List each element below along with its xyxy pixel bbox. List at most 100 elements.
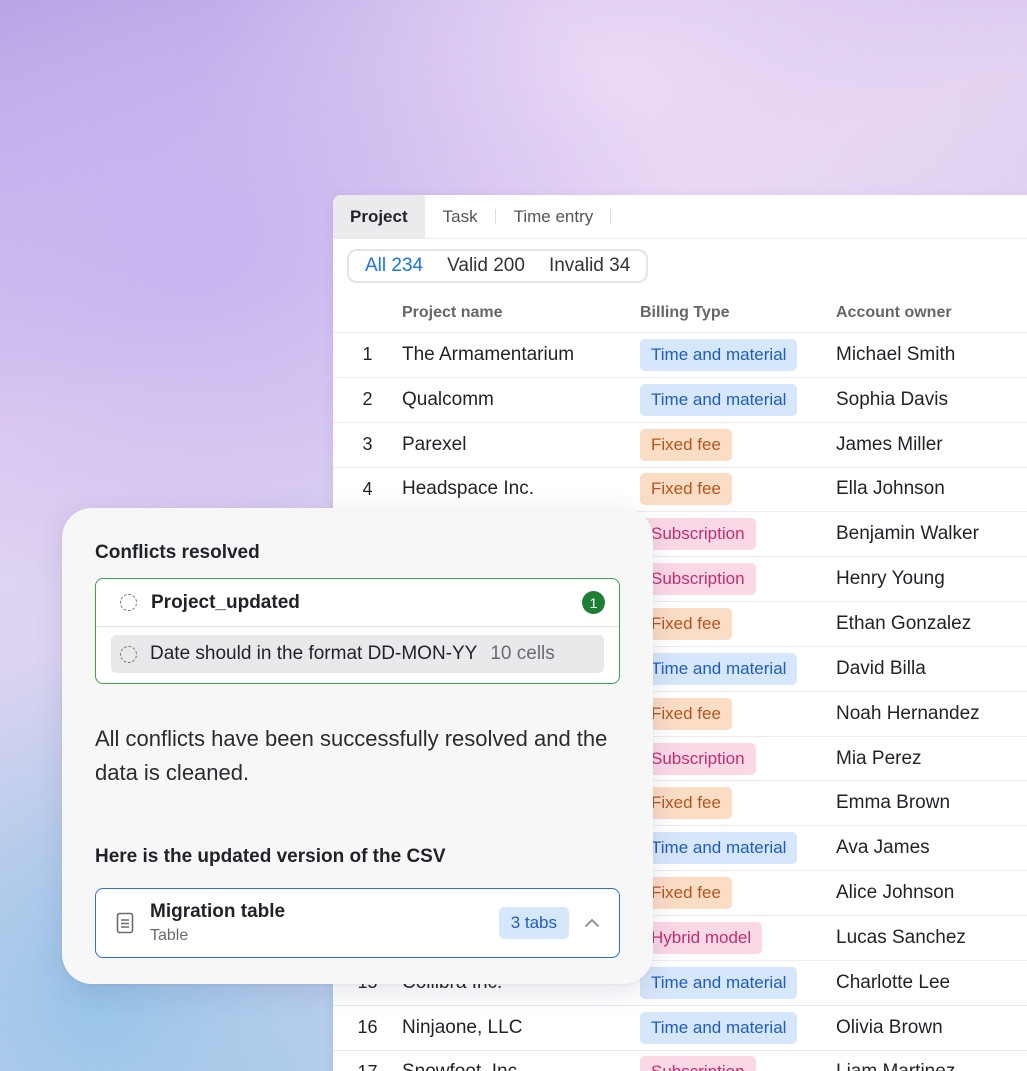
conflict-cell-count: 10 cells: [490, 643, 555, 664]
billing-type-cell: Fixed fee: [640, 473, 836, 506]
billing-type-cell: Fixed fee: [640, 697, 836, 730]
filter-all[interactable]: All 234: [365, 255, 423, 277]
row-number: 2: [362, 389, 373, 410]
header-project-name[interactable]: Project name: [402, 304, 640, 322]
account-owner-cell: Ava James: [836, 837, 930, 859]
billing-type-badge: Fixed fee: [640, 787, 732, 820]
billing-type-badge: Time and material: [640, 1011, 798, 1044]
dashed-circle-icon: [120, 645, 137, 663]
billing-type-cell: Time and material: [640, 966, 836, 999]
table-row[interactable]: 1 The Armamentarium Time and material Micha…: [333, 333, 1027, 378]
billing-type-badge: Subscription: [640, 1056, 756, 1071]
migration-title: Migration table: [150, 901, 286, 922]
billing-type-cell: Fixed fee: [640, 607, 836, 640]
account-owner-cell: Sophia Davis: [836, 388, 948, 410]
billing-type-cell: Subscription: [640, 742, 836, 775]
header-account-owner[interactable]: Account owner: [836, 304, 1027, 322]
table-header: Project name Billing Type Account owner: [333, 293, 1027, 333]
conflict-group-name: Project_updated: [151, 591, 300, 613]
account-owner-cell: Alice Johnson: [836, 882, 955, 904]
billing-type-badge: Time and material: [640, 966, 798, 999]
conflict-group-header[interactable]: Project_updated 1: [96, 579, 619, 627]
resolution-message: All conflicts have been successfully res…: [95, 726, 608, 785]
billing-type-cell: Time and material: [640, 832, 836, 865]
account-owner-cell: James Miller: [836, 433, 943, 455]
billing-type-badge: Time and material: [640, 338, 798, 371]
billing-type-badge: Time and material: [640, 383, 798, 416]
filter-valid[interactable]: Valid 200: [447, 255, 525, 277]
conflicts-card: Conflicts resolved Project_updated 1 Dat…: [62, 508, 653, 984]
tab-project[interactable]: Project: [333, 195, 425, 238]
chevron-up-icon[interactable]: [583, 914, 601, 932]
billing-type-cell: Subscription: [640, 563, 836, 596]
tabs-count-badge: 3 tabs: [498, 907, 569, 939]
billing-type-cell: Time and material: [640, 652, 836, 685]
row-number: 3: [362, 434, 373, 455]
row-number: 17: [333, 1062, 402, 1071]
document-icon: [116, 912, 134, 934]
billing-type-badge: Subscription: [640, 518, 756, 551]
billing-type-cell: Subscription: [640, 1056, 836, 1071]
account-owner-cell: Olivia Brown: [836, 1016, 943, 1038]
account-owner-cell: Ella Johnson: [836, 478, 945, 500]
dashed-circle-icon: [120, 594, 137, 611]
row-number: 4: [362, 478, 373, 499]
project-name-cell: Qualcomm: [402, 388, 494, 410]
conflict-group[interactable]: Project_updated 1 Date should in the for…: [95, 578, 620, 684]
billing-type-badge: Time and material: [640, 832, 798, 865]
row-number: 1: [362, 344, 373, 365]
billing-type-badge: Subscription: [640, 742, 756, 775]
conflict-item[interactable]: Date should in the format DD-MON-YY 10 c…: [111, 635, 604, 673]
project-name-cell: Snowfoot, Inc.: [402, 1061, 640, 1071]
account-owner-cell: Charlotte Lee: [836, 971, 951, 993]
account-owner-cell: Noah Hernandez: [836, 702, 980, 724]
account-owner-cell: Liam Martinez: [836, 1061, 1027, 1071]
billing-type-cell: Fixed fee: [640, 428, 836, 461]
row-number: 16: [357, 1017, 378, 1038]
account-owner-cell: Michael Smith: [836, 343, 956, 365]
billing-type-badge: Time and material: [640, 652, 798, 685]
billing-type-badge: Fixed fee: [640, 473, 732, 506]
entity-tabs: Project Task Time entry: [333, 195, 1027, 239]
billing-type-cell: Time and material: [640, 1011, 836, 1044]
billing-type-cell: Fixed fee: [640, 787, 836, 820]
billing-type-badge: Hybrid model: [640, 921, 763, 954]
billing-type-cell: Fixed fee: [640, 877, 836, 910]
account-owner-cell: Benjamin Walker: [836, 523, 979, 545]
conflict-message: Date should in the format DD-MON-YY: [150, 643, 478, 664]
migration-table-attachment[interactable]: Migration table Table 3 tabs: [95, 888, 620, 958]
billing-type-badge: Fixed fee: [640, 607, 732, 640]
header-billing-type[interactable]: Billing Type: [640, 304, 836, 322]
account-owner-cell: Lucas Sanchez: [836, 926, 966, 948]
table-row[interactable]: 17Snowfoot, Inc.Subscription Liam Martine…: [333, 1051, 1027, 1071]
tab-task[interactable]: Task: [425, 195, 496, 238]
account-owner-cell: Mia Perez: [836, 747, 922, 769]
account-owner-cell: Henry Young: [836, 568, 945, 590]
project-name-cell: Headspace Inc.: [402, 478, 535, 500]
billing-type-cell: Time and material: [640, 383, 836, 416]
account-owner-cell: Emma Brown: [836, 792, 951, 814]
conflict-count-badge: 1: [582, 591, 605, 614]
table-row[interactable]: 16 Ninjaone, LLC Time and material Olivia B…: [333, 1006, 1027, 1051]
billing-type-badge: Fixed fee: [640, 697, 732, 730]
billing-type-cell: Subscription: [640, 518, 836, 551]
account-owner-cell: Ethan Gonzalez: [836, 612, 972, 634]
filter-invalid[interactable]: Invalid 34: [549, 255, 630, 277]
project-name-cell: The Armamentarium: [402, 343, 575, 365]
migration-subtitle: Table: [150, 927, 189, 944]
table-row[interactable]: 3 Parexel Fixed fee James Miller: [333, 423, 1027, 468]
billing-type-cell: Hybrid model: [640, 921, 836, 954]
billing-type-badge: Fixed fee: [640, 877, 732, 910]
project-name-cell: Parexel: [402, 433, 467, 455]
table-row[interactable]: 4 Headspace Inc. Fixed fee Ella Johnson: [333, 468, 1027, 513]
csv-section-title: Here is the updated version of the CSV: [95, 846, 446, 867]
status-filter: All 234 Valid 200 Invalid 34: [347, 249, 649, 283]
card-title: Conflicts resolved: [95, 542, 260, 563]
billing-type-badge: Subscription: [640, 563, 756, 596]
tab-time-entry[interactable]: Time entry: [496, 195, 612, 238]
table-row[interactable]: 2 Qualcomm Time and material Sophia Davis: [333, 378, 1027, 423]
account-owner-cell: David Billa: [836, 657, 926, 679]
project-name-cell: Ninjaone, LLC: [402, 1016, 523, 1038]
billing-type-cell: Time and material: [640, 338, 836, 371]
billing-type-badge: Fixed fee: [640, 428, 732, 461]
